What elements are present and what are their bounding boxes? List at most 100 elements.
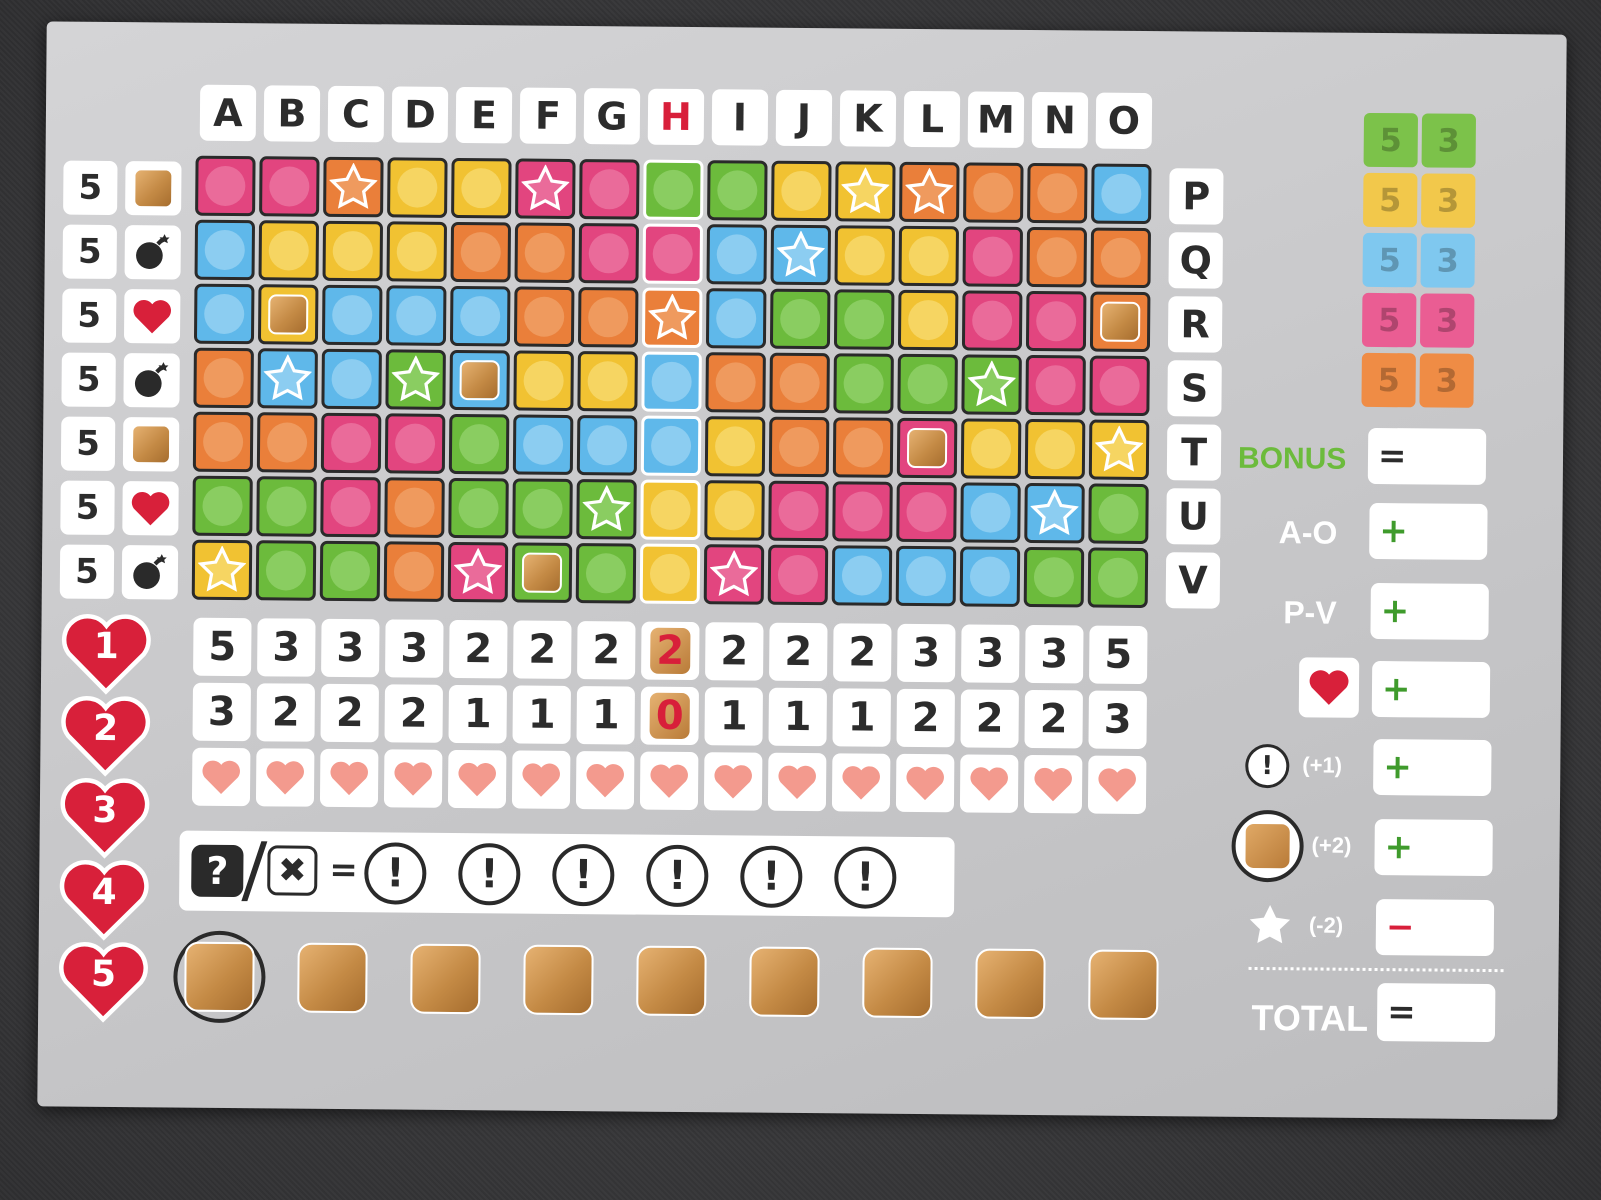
color-bonus-second[interactable]: 3 — [1421, 173, 1476, 228]
grid-cell-hr[interactable] — [641, 287, 703, 349]
grid-cell-mt[interactable] — [960, 418, 1022, 479]
column-heart-box-n[interactable] — [1023, 754, 1083, 814]
joker-exclaim-circle[interactable]: ! — [740, 845, 803, 909]
crate-track-slot[interactable] — [512, 933, 605, 1026]
grid-cell-lu[interactable] — [896, 481, 957, 543]
grid-cell-lv[interactable] — [895, 545, 957, 607]
grid-cell-lq[interactable] — [898, 225, 960, 287]
crate-track-slot[interactable] — [738, 935, 831, 1028]
joker-exclaim-circle[interactable]: ! — [364, 842, 427, 905]
color-bonus-second[interactable]: 3 — [1420, 233, 1475, 288]
grid-cell-ls[interactable] — [897, 353, 958, 415]
grid-cell-np[interactable] — [1027, 162, 1088, 224]
grid-cell-it[interactable] — [704, 416, 766, 477]
crate-track-slot[interactable] — [399, 933, 492, 1026]
grid-cell-nr[interactable] — [1025, 290, 1087, 352]
grid-cell-mv[interactable] — [959, 546, 1021, 607]
grid-cell-du[interactable] — [384, 477, 445, 538]
color-bonus-first[interactable]: 5 — [1361, 292, 1417, 348]
column-heart-box-h[interactable] — [639, 751, 699, 811]
grid-cell-js[interactable] — [769, 352, 830, 414]
column-heart-box-k[interactable] — [831, 753, 891, 812]
grid-cell-ap[interactable] — [195, 155, 256, 217]
grid-cell-ov[interactable] — [1087, 547, 1149, 609]
grid-cell-gt[interactable] — [576, 415, 638, 476]
grid-cell-bp[interactable] — [259, 156, 320, 217]
crate-track-slot[interactable] — [286, 932, 379, 1025]
grid-cell-gr[interactable] — [577, 287, 639, 348]
grid-cell-gv[interactable] — [575, 543, 637, 604]
color-bonus-first[interactable]: 5 — [1363, 112, 1419, 168]
grid-cell-jp[interactable] — [771, 160, 832, 222]
grid-cell-jt[interactable] — [768, 416, 830, 478]
grid-cell-ds[interactable] — [385, 349, 446, 410]
grid-cell-nu[interactable] — [1024, 482, 1085, 544]
crate-score-field[interactable]: + — [1374, 819, 1493, 877]
grid-cell-mq[interactable] — [962, 226, 1024, 287]
column-heart-box-j[interactable] — [767, 752, 827, 812]
grid-cell-jv[interactable] — [767, 544, 829, 606]
crate-track-slot[interactable] — [964, 937, 1057, 1030]
grid-cell-dr[interactable] — [385, 285, 447, 346]
grid-cell-eq[interactable] — [450, 221, 512, 283]
grid-cell-kt[interactable] — [832, 417, 894, 478]
grid-cell-jr[interactable] — [769, 288, 831, 350]
color-bonus-first[interactable]: 5 — [1363, 172, 1418, 228]
grid-cell-ev[interactable] — [447, 541, 509, 603]
grid-cell-cu[interactable] — [320, 476, 381, 538]
grid-cell-bv[interactable] — [255, 540, 317, 601]
column-heart-box-b[interactable] — [255, 748, 315, 807]
grid-cell-eu[interactable] — [448, 477, 509, 539]
grid-cell-is[interactable] — [705, 352, 766, 413]
grid-cell-cq[interactable] — [322, 220, 384, 282]
grid-cell-nt[interactable] — [1024, 418, 1086, 480]
grid-cell-cp[interactable] — [323, 156, 384, 218]
grid-cell-hu[interactable] — [640, 479, 701, 541]
grid-cell-op[interactable] — [1091, 163, 1152, 225]
grid-cell-dp[interactable] — [387, 157, 448, 218]
column-heart-box-a[interactable] — [191, 747, 251, 807]
column-heart-box-i[interactable] — [703, 752, 763, 811]
joker-exclaim-circle[interactable]: ! — [458, 843, 521, 906]
joker-exclaim-circle[interactable]: ! — [552, 843, 615, 907]
grid-cell-mr[interactable] — [961, 290, 1023, 351]
grid-cell-hv[interactable] — [639, 543, 701, 605]
grid-cell-lr[interactable] — [897, 289, 959, 351]
grid-cell-ou[interactable] — [1088, 483, 1149, 545]
grid-cell-or[interactable] — [1089, 291, 1151, 353]
grid-cell-ms[interactable] — [961, 354, 1022, 415]
color-bonus-second[interactable]: 3 — [1421, 113, 1477, 168]
grid-cell-fp[interactable] — [515, 158, 576, 220]
grid-cell-ot[interactable] — [1088, 419, 1150, 481]
grid-cell-ft[interactable] — [512, 414, 574, 475]
grid-cell-dv[interactable] — [383, 541, 445, 602]
grid-cell-at[interactable] — [192, 411, 254, 473]
column-heart-box-d[interactable] — [383, 749, 443, 808]
grid-cell-os[interactable] — [1089, 355, 1150, 417]
grid-cell-bu[interactable] — [256, 476, 317, 537]
grid-cell-er[interactable] — [449, 285, 511, 347]
grid-cell-ku[interactable] — [832, 481, 893, 542]
crate-track-slot[interactable] — [173, 930, 266, 1024]
grid-cell-fr[interactable] — [513, 286, 575, 348]
grid-cell-aq[interactable] — [194, 219, 256, 281]
grid-cell-kv[interactable] — [831, 545, 893, 606]
color-bonus-first[interactable]: 5 — [1361, 352, 1416, 408]
grid-cell-gs[interactable] — [577, 351, 638, 412]
column-heart-box-e[interactable] — [447, 749, 507, 809]
grid-cell-bs[interactable] — [257, 348, 318, 409]
grid-cell-bq[interactable] — [258, 220, 320, 281]
crate-track-slot[interactable] — [1077, 938, 1170, 1031]
grid-cell-fq[interactable] — [514, 222, 576, 284]
star-score-field[interactable]: − — [1375, 899, 1495, 957]
column-heart-box-m[interactable] — [959, 754, 1019, 813]
column-heart-box-g[interactable] — [575, 751, 635, 810]
grid-cell-ct[interactable] — [320, 412, 382, 474]
grid-cell-nv[interactable] — [1023, 546, 1085, 608]
grid-cell-kr[interactable] — [833, 289, 895, 350]
column-heart-box-l[interactable] — [895, 753, 955, 813]
grid-cell-cv[interactable] — [319, 540, 381, 602]
joker-score-field[interactable]: + — [1373, 738, 1492, 797]
grid-cell-hs[interactable] — [641, 351, 702, 413]
grid-cell-ir[interactable] — [705, 288, 767, 349]
